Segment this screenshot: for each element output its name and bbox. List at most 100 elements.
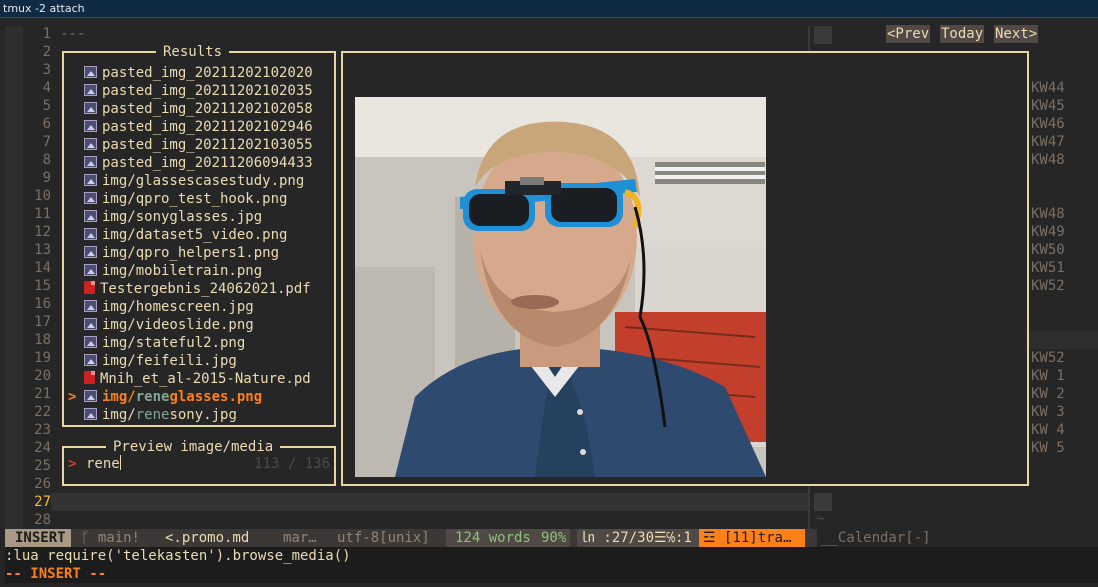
file-type: mar… [283, 530, 317, 546]
result-item[interactable]: pasted_img_20211202102946 [84, 118, 332, 136]
line-number: 17 [34, 314, 51, 330]
result-item[interactable]: img/reneglasses.png [84, 388, 332, 406]
command-line[interactable]: :lua require('telekasten').browse_media(… [5, 547, 1098, 565]
terminal[interactable]: 1 2 3 4 5 6 7 8 9 10 11 12 13 14 15 16 17 18 19 20 21 22 23 24 2… [0, 18, 1098, 587]
file-encoding: utf-8[unix] [337, 530, 430, 546]
calendar-week-number[interactable]: KW52 [1031, 349, 1065, 367]
result-item-label: img/qpro_test_hook.png [102, 191, 288, 207]
line-number: 22 [34, 404, 51, 420]
result-item-label: img/mobiletrain.png [102, 263, 263, 279]
line-number: 12 [34, 224, 51, 240]
calendar-week-number[interactable]: KW45 [1031, 97, 1065, 115]
line-number: 2 [42, 44, 51, 60]
result-item-label: img/feifeili.jpg [102, 353, 237, 369]
calendar-week-number[interactable]: KW 2 [1031, 385, 1065, 403]
calendar-prev-button[interactable]: <Prev [886, 25, 931, 43]
prompt-panel[interactable]: Preview image/media > rene 113 / 136 [62, 438, 336, 486]
calendar-week-number[interactable]: KW48 [1031, 205, 1065, 223]
scroll-percent: 90% [537, 529, 571, 547]
result-item-label: img/homescreen.jpg [102, 299, 254, 315]
image-file-icon [84, 102, 97, 114]
prompt-title: Preview image/media [106, 438, 281, 456]
calendar-next-button[interactable]: Next> [994, 25, 1039, 43]
calendar-week-number[interactable]: KW48 [1031, 151, 1065, 169]
search-input[interactable]: rene [86, 455, 121, 473]
image-file-icon [84, 300, 97, 312]
result-item[interactable]: img/feifeili.jpg [84, 352, 332, 370]
word-count: 124 words [446, 529, 537, 547]
calendar-week-number[interactable]: KW 3 [1031, 403, 1065, 421]
calendar-today-button[interactable]: Today [940, 25, 985, 43]
image-file-icon [84, 318, 97, 330]
result-item[interactable]: Testergebnis_24062021.pdf [84, 280, 332, 298]
image-file-icon [84, 390, 97, 402]
calendar-week-number[interactable]: KW 4 [1031, 421, 1065, 439]
line-number: 24 [34, 440, 51, 456]
result-item[interactable]: img/videoslide.png [84, 316, 332, 334]
line-number: 6 [42, 116, 51, 132]
result-item-label: Mnih_et_al-2015-Nature.pd [100, 371, 311, 387]
line-number: 10 [34, 188, 51, 204]
calendar-week-number[interactable]: KW 1 [1031, 367, 1065, 385]
cursor-line-highlight [51, 493, 808, 511]
calendar-week-number[interactable]: KW47 [1031, 133, 1065, 151]
sign-column [5, 26, 23, 538]
mode-indicator: INSERT [5, 529, 71, 547]
end-of-buffer-marker: ~ [816, 511, 825, 527]
result-item[interactable]: img/stateful2.png [84, 334, 332, 352]
image-file-icon [84, 228, 97, 240]
result-item[interactable]: pasted_img_20211202103055 [84, 136, 332, 154]
result-item[interactable]: pasted_img_20211202102035 [84, 82, 332, 100]
result-item-match: rene [135, 389, 170, 405]
line-number: 27 [34, 494, 51, 510]
result-item[interactable]: img/homescreen.jpg [84, 298, 332, 316]
result-item[interactable]: img/qpro_helpers1.png [84, 244, 332, 262]
result-item-label: pasted_img_20211202102058 [102, 101, 313, 117]
result-item-label: Testergebnis_24062021.pdf [100, 281, 311, 297]
results-title: Results [156, 43, 230, 61]
calendar-week-number[interactable]: KW49 [1031, 223, 1065, 241]
mode-message: -- INSERT -- [5, 565, 1098, 583]
image-file-icon [84, 156, 97, 168]
result-item[interactable]: Mnih_et_al-2015-Nature.pd [84, 370, 332, 388]
image-file-icon [84, 246, 97, 258]
result-item[interactable]: pasted_img_20211202102058 [84, 100, 332, 118]
git-branch: ᚴ main! [77, 529, 144, 547]
image-file-icon [84, 84, 97, 96]
status-line: INSERT ᚴ main! <.promo.md mar… utf-8[uni… [5, 529, 1098, 547]
line-number: 20 [34, 368, 51, 384]
calendar-week-number[interactable]: KW50 [1031, 241, 1065, 259]
pdf-file-icon [84, 281, 95, 294]
portrait-image [355, 97, 766, 477]
prompt-caret: > [68, 456, 77, 472]
image-file-icon [84, 174, 97, 186]
calendar-week-number[interactable]: KW52 [1031, 277, 1065, 295]
result-item[interactable]: img/dataset5_video.png [84, 226, 332, 244]
result-item[interactable]: img/qpro_test_hook.png [84, 190, 332, 208]
calendar-week-number[interactable]: KW46 [1031, 115, 1065, 133]
line-number: 19 [34, 350, 51, 366]
result-item[interactable]: pasted_img_20211206094433 [84, 154, 332, 172]
result-item[interactable]: pasted_img_20211202102020 [84, 64, 332, 82]
line-number: 21 [34, 386, 51, 402]
window-title: tmux -2 attach [0, 0, 1098, 18]
result-item-label: img/glassescasestudy.png [102, 173, 305, 189]
calendar-week-number[interactable]: KW44 [1031, 79, 1065, 97]
results-panel[interactable]: Results pasted_img_20211202102020 pasted_… [62, 43, 336, 427]
result-item[interactable]: img/glassescasestudy.png [84, 172, 332, 190]
result-item-label: glasses.png [169, 389, 263, 405]
result-item-label: pasted_img_20211202102035 [102, 83, 313, 99]
image-file-icon [84, 138, 97, 150]
search-query: rene [86, 456, 120, 472]
result-item[interactable]: img/renesony.jpg [84, 406, 332, 424]
result-item[interactable]: img/sonyglasses.jpg [84, 208, 332, 226]
result-item[interactable]: img/mobiletrain.png [84, 262, 332, 280]
calendar-week-number[interactable]: KW 5 [1031, 439, 1065, 457]
line-number: 8 [42, 152, 51, 168]
result-item-label: img/ [102, 407, 136, 423]
result-item-match: rene [135, 407, 170, 423]
pdf-file-icon [84, 371, 95, 384]
calendar-week-number[interactable]: KW51 [1031, 259, 1065, 277]
image-file-icon [84, 264, 97, 276]
frontmatter-line: --- [60, 26, 86, 42]
